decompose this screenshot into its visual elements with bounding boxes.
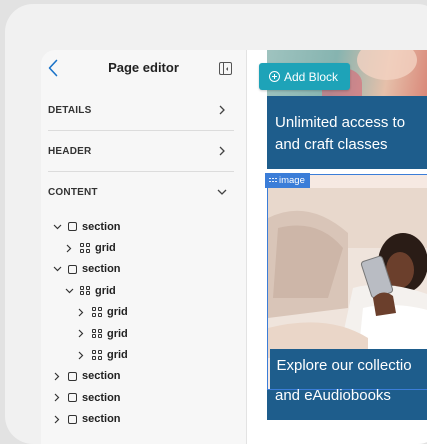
banner-text: Unlimited access to and craft classes — [275, 112, 427, 156]
chevron-right-icon[interactable] — [64, 243, 74, 253]
tree-item-grid[interactable]: grid — [41, 280, 246, 301]
section-square-icon — [68, 393, 77, 402]
chevron-right-icon[interactable] — [52, 371, 62, 381]
chevron-right-icon[interactable] — [76, 350, 86, 360]
chevron-right-icon[interactable] — [52, 414, 62, 424]
grid-icon — [92, 329, 102, 339]
section-details[interactable]: DETAILS — [48, 90, 234, 131]
tree-item-label: section — [82, 263, 121, 275]
chevron-down-icon[interactable] — [64, 286, 74, 296]
grid-icon — [92, 350, 102, 360]
section-header[interactable]: HEADER — [48, 131, 234, 172]
chevron-right-icon[interactable] — [76, 329, 86, 339]
tree-item-grid[interactable]: grid — [41, 344, 246, 365]
add-block-button[interactable]: Add Block — [259, 63, 350, 90]
promo-banner-collection-continued: and eAudiobooks — [267, 390, 427, 420]
grid-icon — [80, 286, 90, 296]
chevron-right-icon[interactable] — [216, 104, 228, 116]
tree-item-section[interactable]: section — [41, 216, 246, 237]
page-editor-sidebar: Page editor DETAILS HEADER CONTENT section… — [41, 50, 247, 444]
section-label: HEADER — [48, 146, 91, 157]
plus-circle-icon — [269, 71, 280, 82]
chevron-right-icon[interactable] — [52, 393, 62, 403]
tree-item-section[interactable]: section — [41, 387, 246, 408]
section-square-icon — [68, 415, 77, 424]
tree-item-label: grid — [107, 349, 128, 361]
tree-item-label: section — [82, 221, 121, 233]
image-block[interactable]: Explore our collectio — [267, 174, 427, 390]
chevron-down-icon[interactable] — [216, 186, 228, 198]
section-square-icon — [68, 372, 77, 381]
tree-item-label: grid — [95, 285, 116, 297]
page-canvas: Add Block Unlimited access to and craft c… — [247, 50, 427, 444]
chevron-down-icon[interactable] — [52, 264, 62, 274]
section-label: DETAILS — [48, 105, 91, 116]
tree-item-label: section — [82, 413, 121, 425]
collapse-panel-icon[interactable] — [219, 62, 232, 75]
tree-item-label: section — [82, 370, 121, 382]
banner-line-2: and craft classes — [275, 136, 388, 153]
grid-icon — [92, 307, 102, 317]
section-content[interactable]: CONTENT — [48, 172, 234, 212]
tree-item-label: grid — [95, 242, 116, 254]
section-square-icon — [68, 265, 77, 274]
tree-item-section[interactable]: section — [41, 259, 246, 280]
tree-item-grid[interactable]: grid — [41, 323, 246, 344]
promo-banner-collection[interactable]: Explore our collectio — [270, 349, 427, 389]
image-block-label: image — [279, 175, 305, 186]
banner2-line-2: and eAudiobooks — [275, 387, 391, 404]
section-label: CONTENT — [48, 187, 98, 198]
tree-item-section[interactable]: section — [41, 409, 246, 430]
section-square-icon — [68, 222, 77, 231]
drag-handle-icon[interactable] — [269, 178, 276, 184]
reading-woman-photo — [268, 188, 427, 358]
sidebar-header: Page editor — [41, 50, 246, 90]
tree-item-grid[interactable]: grid — [41, 237, 246, 258]
content-tree: section grid section grid grid grid grid sectio… — [41, 216, 246, 430]
banner-line-1: Unlimited access to — [275, 114, 405, 131]
image-block-tag[interactable]: image — [265, 173, 310, 188]
chevron-right-icon[interactable] — [76, 307, 86, 317]
promo-banner-crafts[interactable]: Unlimited access to and craft classes — [267, 96, 427, 169]
tree-item-grid[interactable]: grid — [41, 302, 246, 323]
app-window: Page editor DETAILS HEADER CONTENT section… — [5, 4, 427, 444]
tree-item-label: section — [82, 392, 121, 404]
sidebar-title: Page editor — [41, 60, 246, 75]
add-block-label: Add Block — [284, 70, 338, 84]
tree-item-label: grid — [107, 328, 128, 340]
tree-item-label: grid — [107, 306, 128, 318]
grid-icon — [80, 243, 90, 253]
banner2-line-1: Explore our collectio — [277, 355, 412, 376]
chevron-right-icon[interactable] — [216, 145, 228, 157]
tree-item-section[interactable]: section — [41, 366, 246, 387]
chevron-down-icon[interactable] — [52, 222, 62, 232]
